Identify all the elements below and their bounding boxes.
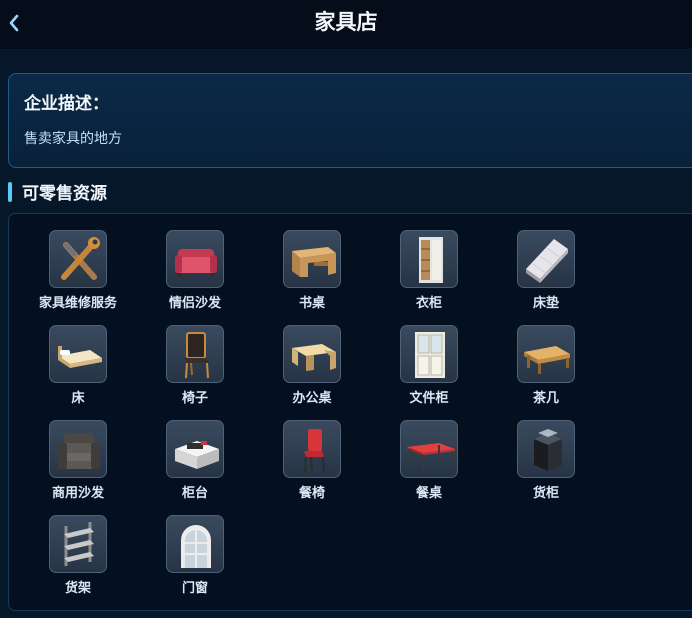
armchair-icon: [49, 420, 107, 478]
section-title: 可零售资源: [22, 184, 107, 204]
shelf-icon: [49, 515, 107, 573]
resource-item-dining-table[interactable]: 餐桌: [379, 404, 479, 501]
resource-item-label: 货架: [64, 581, 91, 596]
display-cabinet-icon: [517, 420, 575, 478]
bed-icon: [49, 325, 107, 383]
page-title: 家具店: [314, 10, 378, 34]
resource-item-repair-service[interactable]: 家具维修服务: [28, 214, 128, 311]
resource-item-label: 餐桌: [415, 486, 442, 501]
resource-item-counter[interactable]: 柜台: [145, 404, 245, 501]
resource-item-mattress[interactable]: 床垫: [496, 214, 596, 311]
resource-item-desk[interactable]: 书桌: [262, 214, 362, 311]
resource-grid: 家具维修服务 情侣沙发 书桌 衣柜 床垫 床 椅子 办公桌 文件柜 茶几 商用沙…: [8, 213, 692, 611]
header-bar: 家具店: [0, 0, 692, 50]
resource-item-display-cabinet[interactable]: 货柜: [496, 404, 596, 501]
description-heading: 企业描述：: [24, 94, 109, 114]
resource-item-office-desk[interactable]: 办公桌: [262, 309, 362, 406]
desk-icon: [283, 230, 341, 288]
description-text: 售卖家具的地方: [24, 131, 122, 147]
resource-item-shelf[interactable]: 货架: [28, 499, 128, 596]
chair-icon: [166, 325, 224, 383]
resource-item-bed[interactable]: 床: [28, 309, 128, 406]
resource-item-window[interactable]: 门窗: [145, 499, 245, 596]
window-icon: [166, 515, 224, 573]
counter-icon: [166, 420, 224, 478]
resource-item-chair[interactable]: 椅子: [145, 309, 245, 406]
sofa-icon: [166, 230, 224, 288]
file-cabinet-icon: [400, 325, 458, 383]
resource-item-wardrobe[interactable]: 衣柜: [379, 214, 479, 311]
wardrobe-icon: [400, 230, 458, 288]
resource-item-file-cabinet[interactable]: 文件柜: [379, 309, 479, 406]
resource-item-label: 门窗: [181, 581, 208, 596]
resource-item-dining-chair[interactable]: 餐椅: [262, 404, 362, 501]
resource-item-coffee-table[interactable]: 茶几: [496, 309, 596, 406]
dining-chair-icon: [283, 420, 341, 478]
section-accent-bar: [8, 182, 12, 202]
resource-item-sofa[interactable]: 情侣沙发: [145, 214, 245, 311]
office-desk-icon: [283, 325, 341, 383]
resource-item-label: 货柜: [532, 486, 559, 501]
description-card: 企业描述： 售卖家具的地方: [8, 73, 692, 168]
wrench-screwdriver-icon: [49, 230, 107, 288]
resource-item-commercial-sofa[interactable]: 商用沙发: [28, 404, 128, 501]
mattress-icon: [517, 230, 575, 288]
coffee-table-icon: [517, 325, 575, 383]
dining-table-icon: [400, 420, 458, 478]
resource-item-label: 餐椅: [298, 486, 325, 501]
